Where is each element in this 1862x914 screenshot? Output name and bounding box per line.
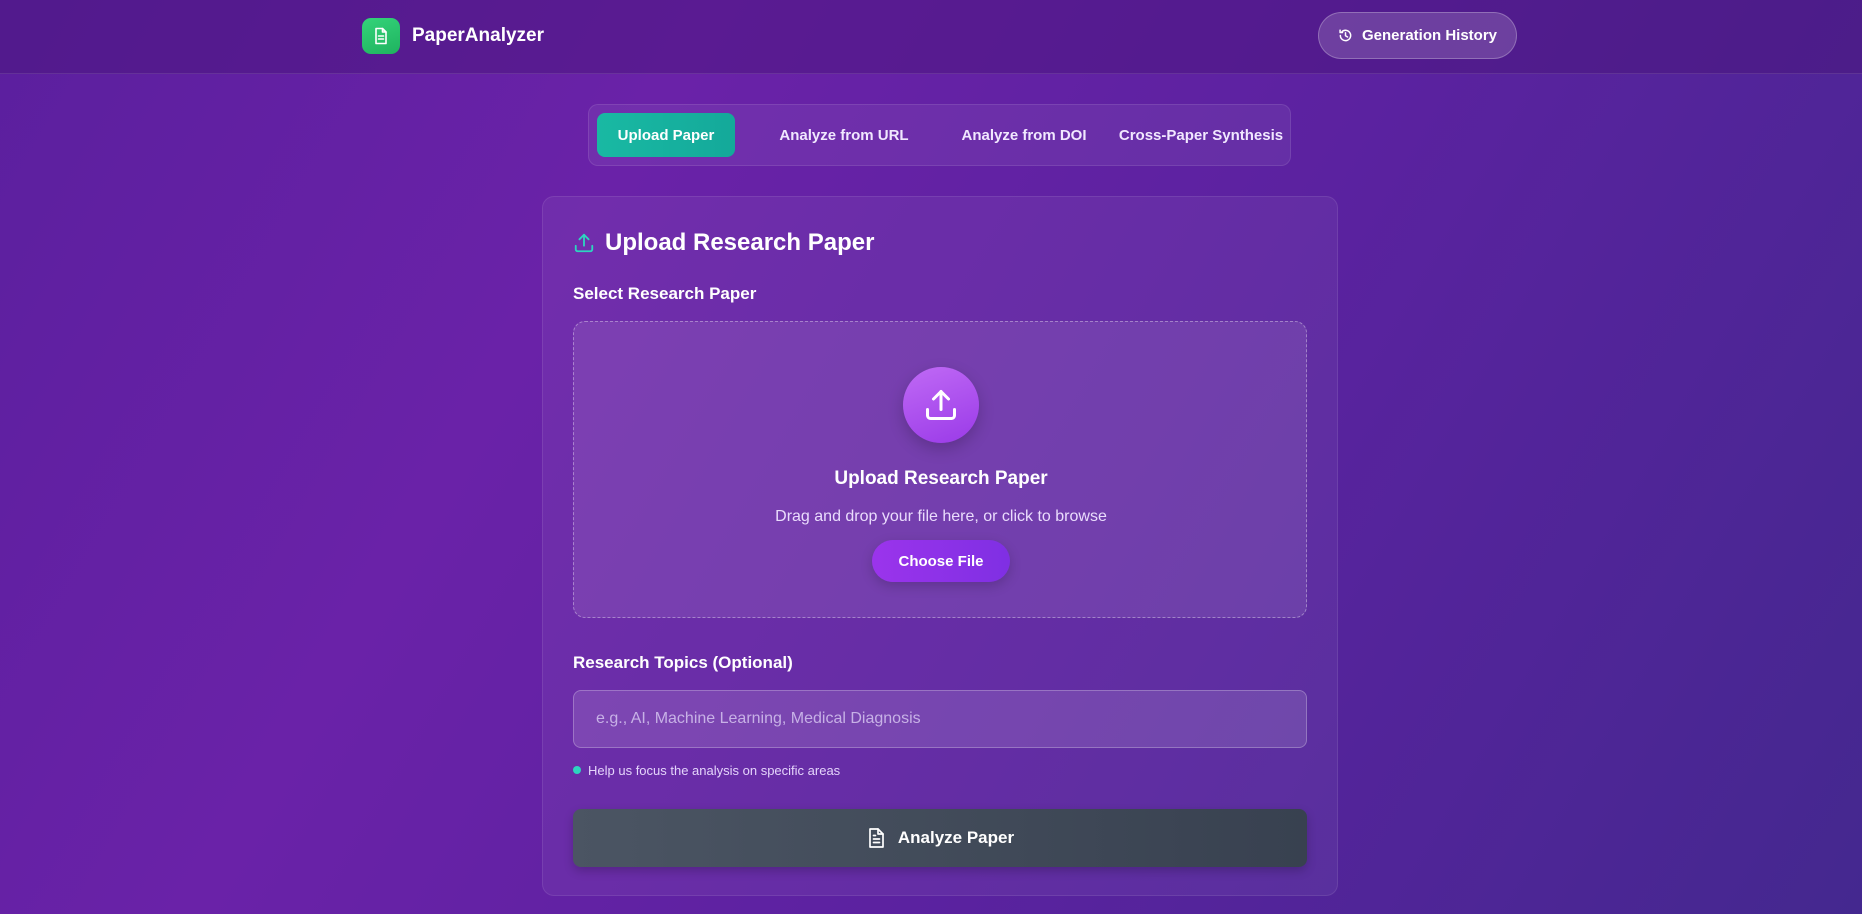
topics-hint-text: Help us focus the analysis on specific a… [588,762,841,778]
file-dropzone[interactable]: Upload Research Paper Drag and drop your… [573,321,1307,618]
select-paper-label: Select Research Paper [573,284,757,303]
mode-tabs: Upload Paper Analyze from URL Analyze fr… [588,104,1291,166]
generation-history-button[interactable]: Generation History [1318,12,1517,59]
tab-upload-paper[interactable]: Upload Paper [597,113,735,157]
document-icon [362,18,400,54]
tab-label: Analyze from DOI [961,126,1087,144]
tab-label: Upload Paper [617,126,715,144]
tab-analyze-from-url[interactable]: Analyze from URL [753,113,935,157]
upload-icon [574,233,594,253]
tab-label: Analyze from URL [779,126,909,144]
generation-history-label: Generation History [1361,27,1498,44]
analyze-paper-label: Analyze Paper [897,828,1015,847]
research-topics-label: Research Topics (Optional) [573,653,793,672]
dropzone-title: Upload Research Paper [834,468,1048,489]
upload-icon [903,367,979,443]
upload-card: Upload Research Paper Select Research Pa… [542,196,1338,896]
research-topics-input[interactable] [573,690,1307,748]
dropzone-subtitle: Drag and drop your file here, or click t… [775,508,1107,525]
card-title-text: Upload Research Paper [605,229,875,256]
app-header: PaperAnalyzer Generation History [0,0,1862,74]
brand-name: PaperAnalyzer [412,25,545,46]
analyze-paper-button[interactable]: Analyze Paper [573,809,1307,867]
hint-dot-icon [573,766,581,774]
card-title: Upload Research Paper [573,228,874,258]
tab-cross-paper-synthesis[interactable]: Cross-Paper Synthesis [1113,113,1289,157]
choose-file-button[interactable]: Choose File [872,540,1010,582]
brand[interactable]: PaperAnalyzer [362,18,544,54]
document-icon [869,828,884,848]
tab-analyze-from-doi[interactable]: Analyze from DOI [935,113,1113,157]
history-icon [1339,29,1352,42]
choose-file-label: Choose File [898,552,984,570]
tab-label: Cross-Paper Synthesis [1118,126,1284,144]
topics-hint: Help us focus the analysis on specific a… [573,762,840,778]
